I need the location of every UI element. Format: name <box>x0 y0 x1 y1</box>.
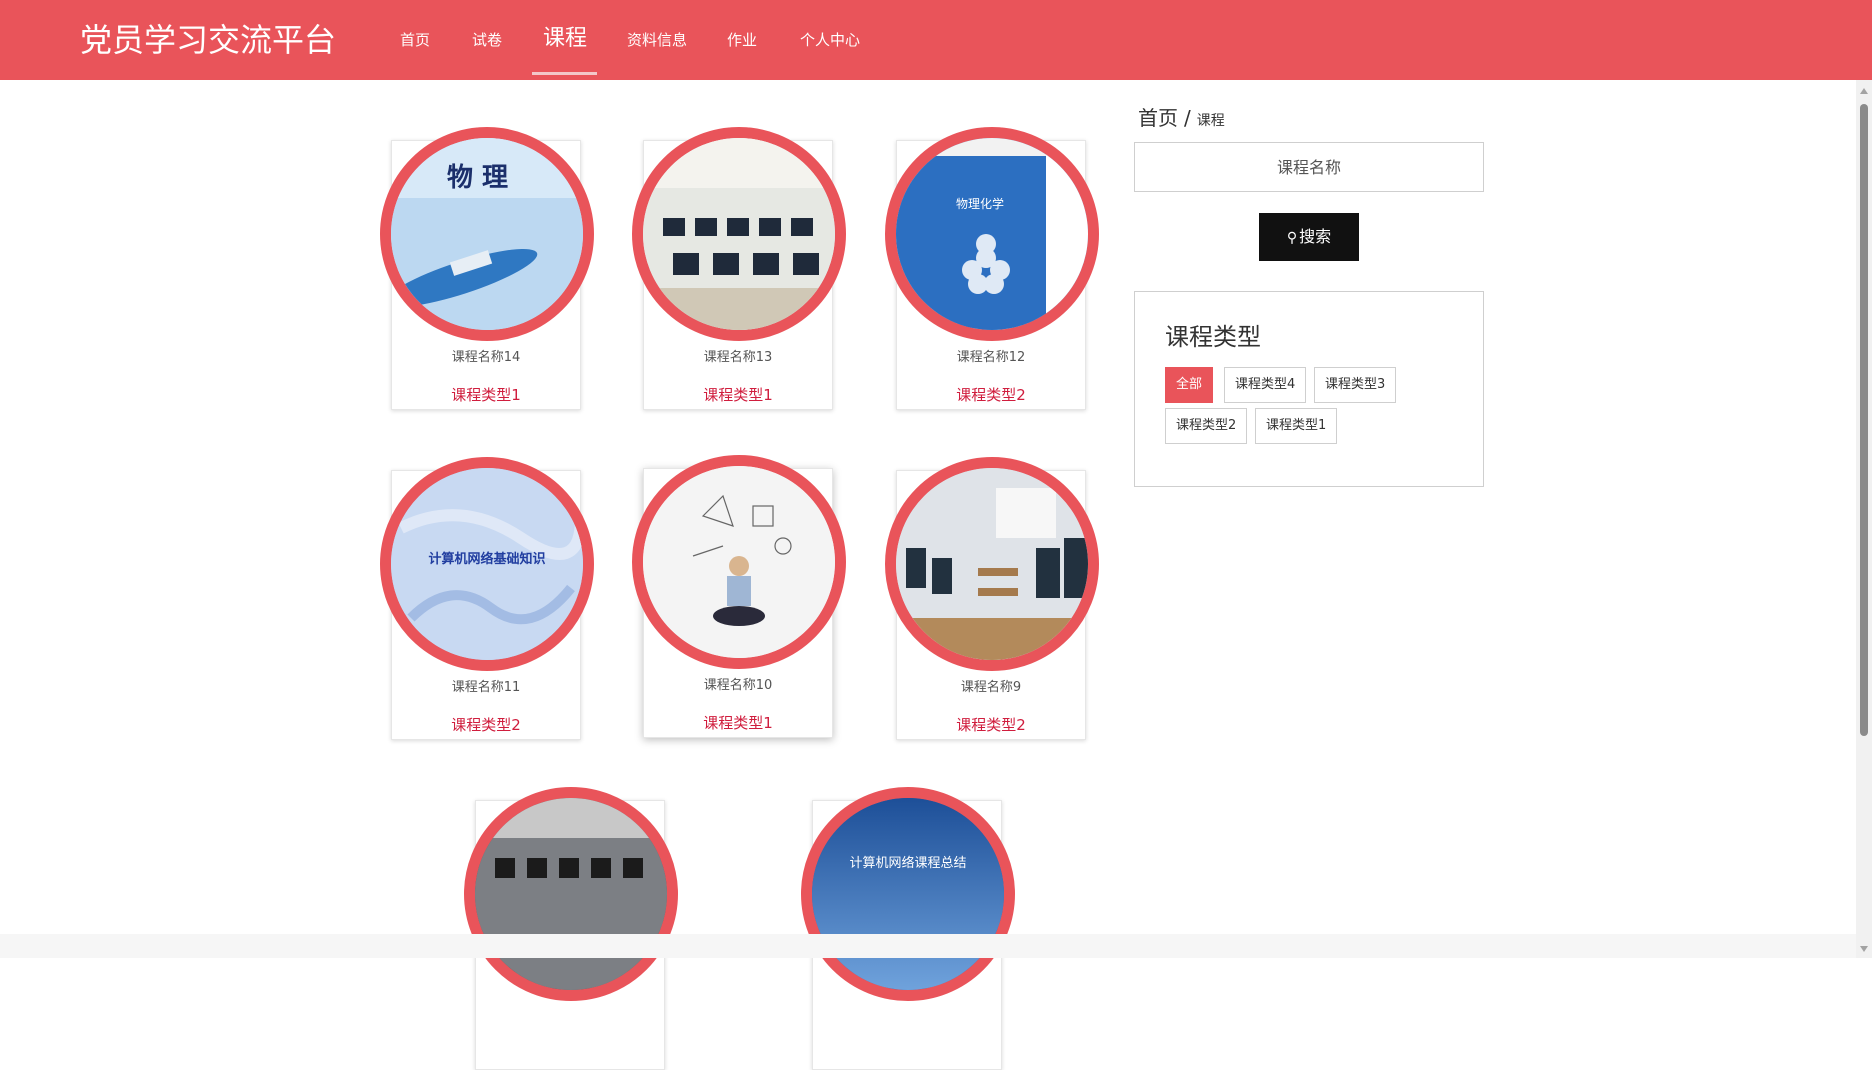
breadcrumb: 首页 / 课程 <box>1138 104 1225 135</box>
course-name[interactable]: 课程名称14 <box>392 349 580 367</box>
scroll-down-icon[interactable] <box>1860 946 1868 952</box>
nav-home[interactable]: 首页 <box>400 28 430 52</box>
site-brand[interactable]: 党员学习交流平台 <box>80 18 336 62</box>
course-thumbnail[interactable] <box>632 127 846 341</box>
nav-homework[interactable]: 作业 <box>727 28 757 52</box>
course-type: 课程类型1 <box>703 714 773 732</box>
type-tag-3[interactable]: 课程类型3 <box>1314 367 1397 403</box>
svg-text:物 理: 物 理 <box>447 163 508 193</box>
network-course-summary-cover-icon <box>812 798 1004 990</box>
image-caption: 计算机网络课程总结 <box>849 856 967 871</box>
course-card[interactable]: 计算机网络基础知识 课程名称11 课程类型2 <box>380 457 594 740</box>
breadcrumb-current: 课程 <box>1196 113 1225 129</box>
type-tag-2[interactable]: 课程类型2 <box>1165 408 1248 444</box>
active-nav-underline <box>532 72 597 75</box>
course-card[interactable]: 课程名称9 课程类型2 <box>885 457 1099 740</box>
course-thumbnail[interactable]: 物 理 <box>380 127 594 341</box>
course-type-panel: 课程类型 全部 课程类型4 课程类型3 课程类型2 课程类型1 <box>1134 291 1484 487</box>
type-tag-all[interactable]: 全部 <box>1165 367 1214 403</box>
course-thumbnail[interactable] <box>464 787 678 1001</box>
student-reading-illustration-icon <box>643 466 835 658</box>
course-name[interactable]: 课程名称9 <box>897 679 1085 697</box>
course-type: 课程类型2 <box>451 716 521 734</box>
nav-materials[interactable]: 资料信息 <box>627 28 687 52</box>
course-name-search-input[interactable] <box>1134 142 1484 192</box>
course-thumbnail[interactable]: 计算机网络基础知识 <box>380 457 594 671</box>
classroom-computers-photo-icon <box>896 468 1088 660</box>
course-type: 课程类型2 <box>956 386 1026 404</box>
course-thumbnail[interactable] <box>885 457 1099 671</box>
nav-exams[interactable]: 试卷 <box>472 28 502 52</box>
course-thumbnail[interactable]: 计算机网络课程总结 <box>801 787 1015 1001</box>
breadcrumb-home[interactable]: 首页 <box>1138 106 1178 130</box>
course-card[interactable]: 物理化学 课程名称12 课程类型2 <box>885 127 1099 410</box>
type-tag-1[interactable]: 课程类型1 <box>1255 408 1338 444</box>
scroll-up-icon[interactable] <box>1860 88 1868 94</box>
course-name[interactable]: 课程名称10 <box>644 677 832 695</box>
search-icon: ⚲ <box>1286 230 1298 246</box>
top-navbar: 党员学习交流平台 首页 试卷 课程 资料信息 作业 个人中心 <box>0 0 1872 80</box>
type-tag-4[interactable]: 课程类型4 <box>1224 367 1307 403</box>
nav-courses[interactable]: 课程 <box>543 24 587 54</box>
vertical-scrollbar[interactable] <box>1856 80 1872 958</box>
course-type-heading: 课程类型 <box>1165 323 1261 351</box>
course-type: 课程类型1 <box>451 386 521 404</box>
image-caption: 计算机网络基础知识 <box>428 552 546 567</box>
breadcrumb-separator: / <box>1184 106 1191 130</box>
course-thumbnail[interactable] <box>632 455 846 669</box>
course-card[interactable]: 课程名称10 课程类型1 <box>632 455 846 738</box>
svg-text:物理化学: 物理化学 <box>956 196 1004 211</box>
search-button-label: 搜索 <box>1299 227 1332 246</box>
course-thumbnail[interactable]: 物理化学 <box>885 127 1099 341</box>
course-card[interactable]: 物 理 课程名称14 课程类型1 <box>380 127 594 410</box>
course-name[interactable]: 课程名称12 <box>897 349 1085 367</box>
physics-textbook-cover-icon: 物 理 <box>391 138 583 330</box>
course-type: 课程类型2 <box>956 716 1026 734</box>
nav-profile[interactable]: 个人中心 <box>800 28 860 52</box>
bottom-strip <box>0 934 1856 958</box>
computer-lab-photo-icon <box>643 138 835 330</box>
course-type: 课程类型1 <box>703 386 773 404</box>
course-card[interactable]: 课程名称13 课程类型1 <box>632 127 846 410</box>
scroll-thumb[interactable] <box>1860 104 1868 736</box>
chemistry-textbook-cover-icon: 物理化学 <box>896 138 1088 330</box>
course-name[interactable]: 课程名称11 <box>392 679 580 697</box>
course-name[interactable]: 课程名称13 <box>644 349 832 367</box>
search-button[interactable]: ⚲ 搜索 <box>1259 213 1359 261</box>
computer-lab-students-photo-icon <box>475 798 667 990</box>
